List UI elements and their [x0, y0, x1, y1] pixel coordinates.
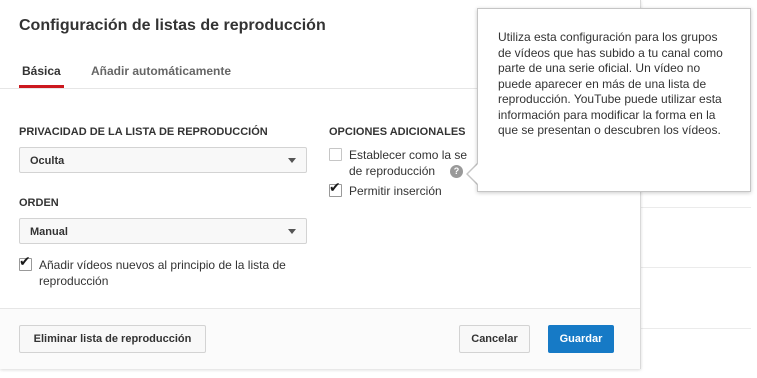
allow-embedding-checkbox[interactable]: ✔: [329, 180, 342, 197]
delete-playlist-button[interactable]: Eliminar lista de reproducción: [19, 325, 206, 353]
active-tab-indicator: [19, 85, 64, 88]
dialog-title: Configuración de listas de reproducción: [19, 17, 326, 34]
privacy-select-value: Oculta: [30, 155, 65, 167]
privacy-select[interactable]: Oculta: [19, 147, 307, 173]
official-series-label: Establecer como la se de reproducción: [349, 147, 467, 179]
caret-down-icon: [288, 158, 296, 163]
add-to-top-label-line1: Añadir vídeos nuevos al principio de la …: [39, 258, 286, 272]
background-divider: [641, 267, 751, 268]
background-divider: [641, 207, 751, 208]
background-divider: [641, 328, 751, 329]
order-select-value: Manual: [30, 226, 68, 238]
checkmark-icon: ✔: [329, 180, 341, 196]
checkmark-icon: ✔: [19, 254, 31, 270]
add-to-top-label: Añadir vídeos nuevos al principio de la …: [39, 257, 286, 289]
allow-embedding-label: Permitir inserción: [349, 184, 442, 198]
order-select[interactable]: Manual: [19, 218, 307, 244]
caret-down-icon: [288, 229, 296, 234]
tab-basic[interactable]: Básica: [22, 64, 61, 78]
cancel-button[interactable]: Cancelar: [459, 325, 530, 353]
add-to-top-label-line2: reproducción: [39, 274, 109, 288]
additional-options-label: OPCIONES ADICIONALES: [329, 126, 466, 138]
question-mark-icon[interactable]: ?: [450, 165, 463, 178]
help-tooltip: Utiliza esta configuración para los grup…: [477, 8, 751, 192]
tooltip-arrow-fill: [468, 164, 478, 184]
save-button[interactable]: Guardar: [548, 325, 614, 353]
tooltip-text: Utiliza esta configuración para los grup…: [498, 30, 723, 137]
add-to-top-checkbox[interactable]: ✔: [19, 254, 32, 271]
dialog-footer: Eliminar lista de reproducción Cancelar …: [0, 308, 640, 369]
tab-auto-add[interactable]: Añadir automáticamente: [91, 64, 231, 78]
order-label: ORDEN: [19, 197, 59, 209]
privacy-label: PRIVACIDAD DE LA LISTA DE REPRODUCCIÓN: [19, 126, 268, 138]
official-series-label-line1: Establecer como la se: [349, 148, 468, 162]
official-series-checkbox[interactable]: [329, 148, 342, 161]
